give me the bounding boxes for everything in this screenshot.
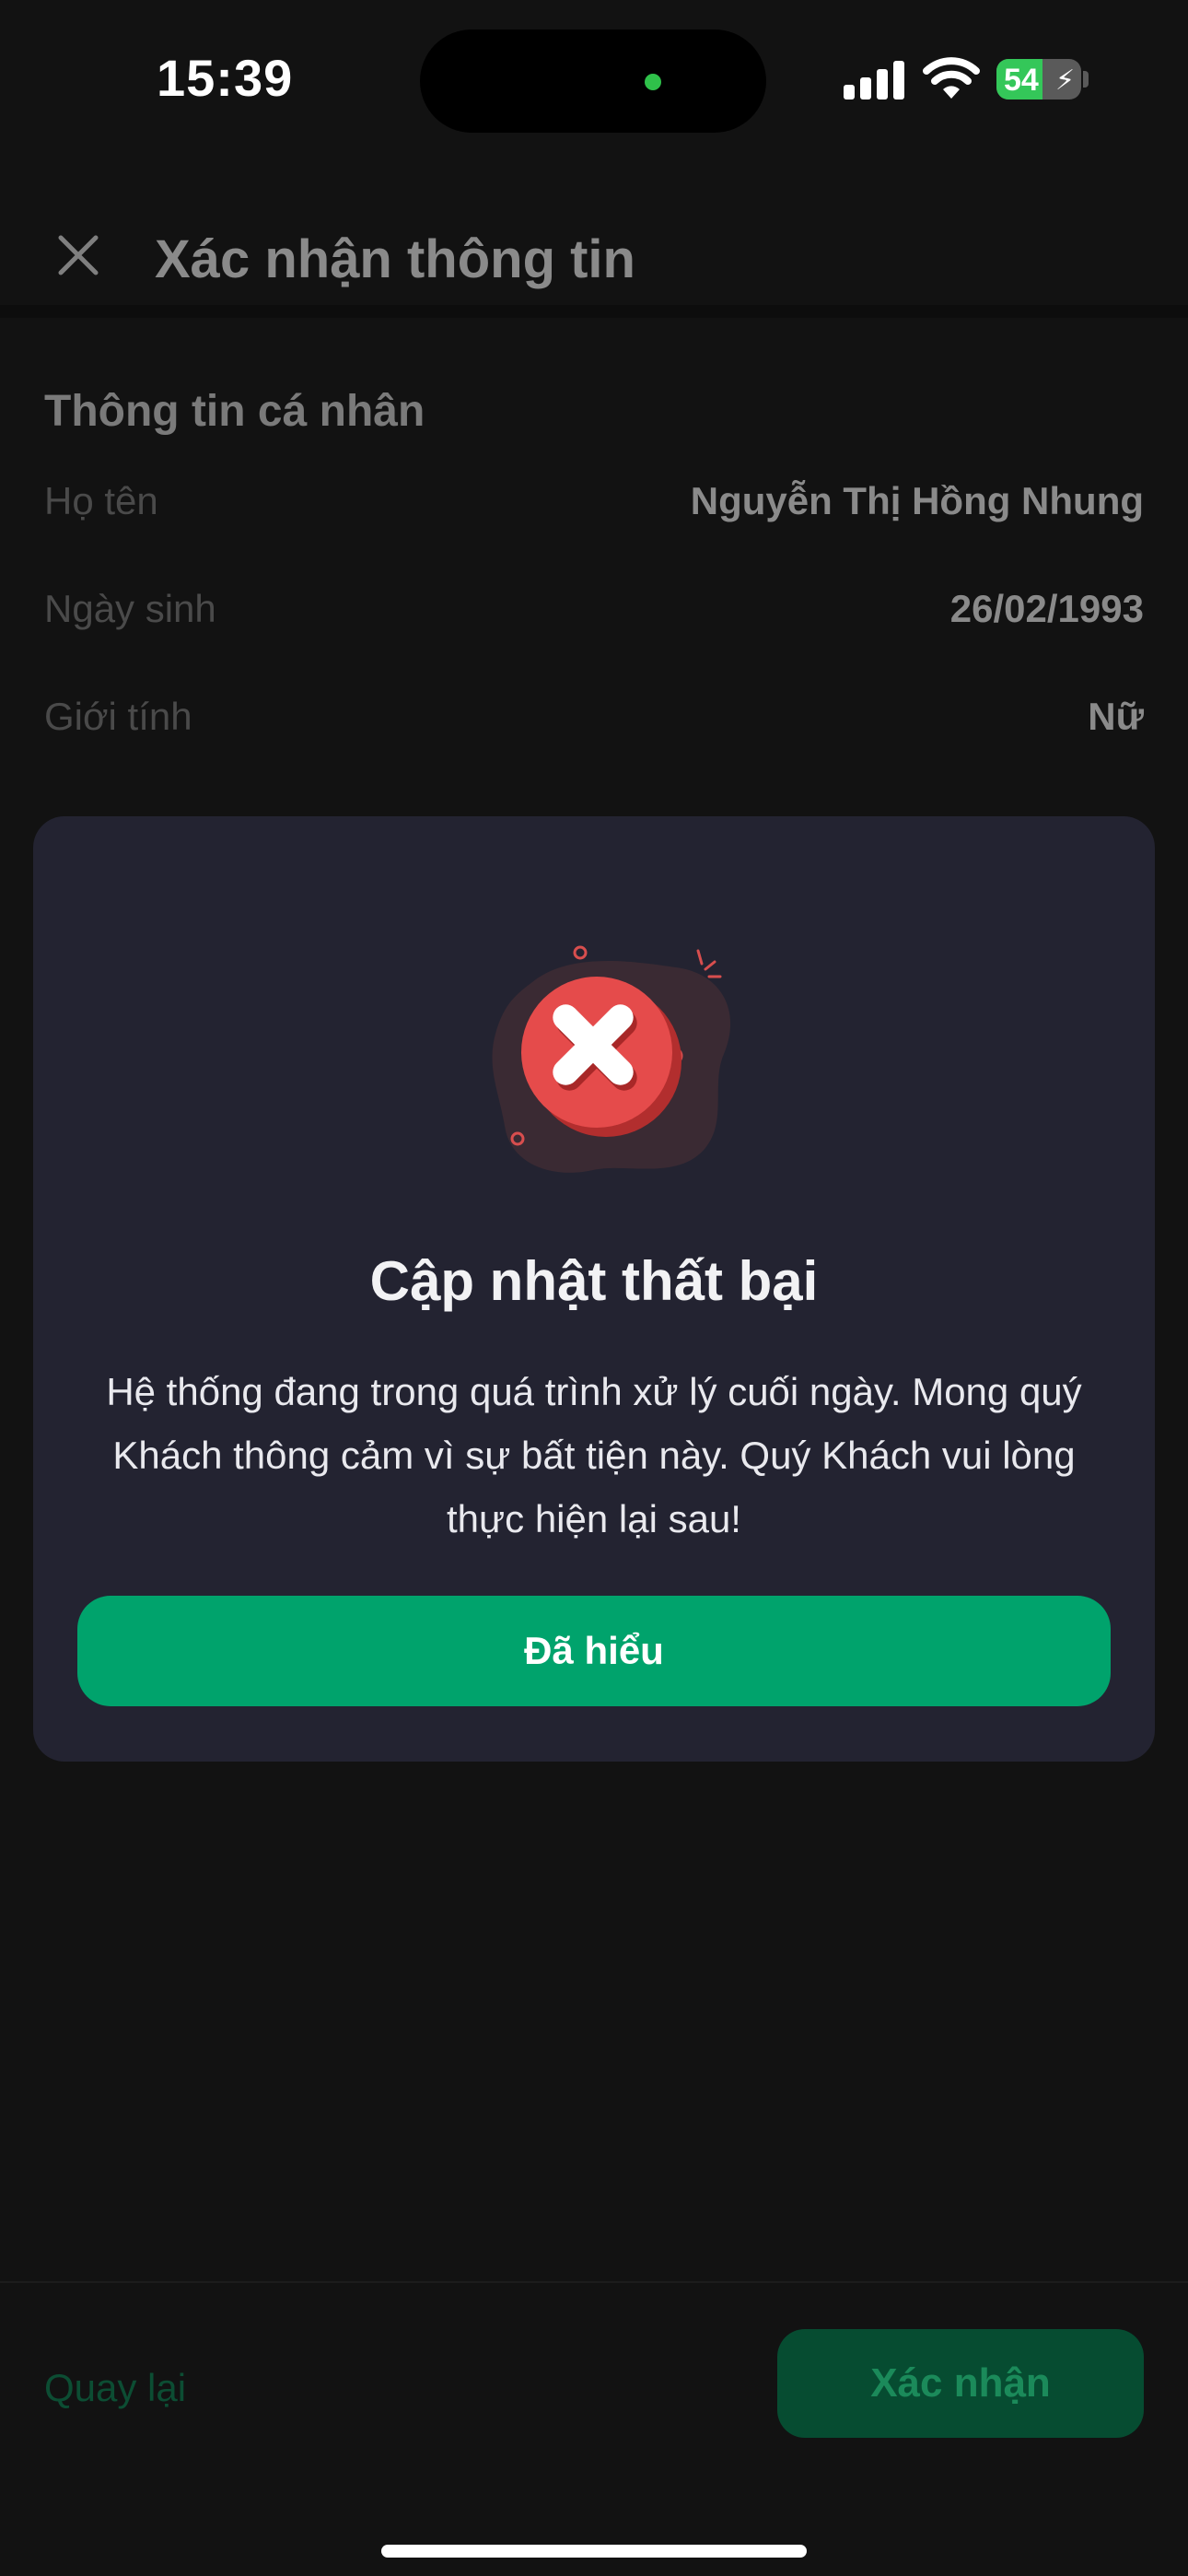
info-label: Ngày sinh: [44, 587, 216, 630]
bottom-action-bar: Quay lại Xác nhận: [0, 2281, 1188, 2576]
info-value: 26/02/1993: [949, 587, 1144, 630]
page-title: Xác nhận thông tin: [155, 229, 635, 289]
cellular-signal-icon: [844, 59, 904, 100]
back-button[interactable]: Quay lại: [44, 2366, 186, 2410]
dialog-message: Hệ thống đang trong quá trình xử lý cuối…: [106, 1370, 1082, 1540]
charging-bolt-icon: ⚡: [1055, 65, 1076, 96]
info-value: Nguyễn Thị Hồng Nhung: [690, 479, 1144, 522]
understood-button[interactable]: Đã hiểu: [77, 1596, 1111, 1706]
status-time: 15:39: [157, 49, 294, 107]
header: Xác nhận thông tin: [0, 157, 1188, 318]
info-label: Họ tên: [44, 479, 158, 522]
camera-indicator-icon: [645, 74, 661, 90]
info-value: Nữ: [1088, 695, 1144, 738]
info-row-gender: Giới tính Nữ: [44, 695, 1144, 759]
info-row-birth-date: Ngày sinh 26/02/1993: [44, 587, 1144, 651]
info-row-full-name: Họ tên Nguyễn Thị Hồng Nhung: [44, 479, 1144, 544]
battery-cap: [1083, 71, 1089, 88]
battery-icon: 54 ⚡: [996, 59, 1081, 100]
info-label: Giới tính: [44, 695, 192, 738]
dynamic-island: [420, 29, 766, 133]
wifi-icon: [923, 57, 980, 99]
battery-level: 54: [1004, 63, 1039, 98]
confirm-button[interactable]: Xác nhận: [777, 2329, 1144, 2438]
error-dialog: Cập nhật thất bại Hệ thống đang trong qu…: [33, 816, 1155, 1762]
section-title: Thông tin cá nhân: [44, 387, 425, 436]
close-icon[interactable]: [53, 230, 103, 280]
status-bar: 15:39 54 ⚡: [0, 0, 1188, 157]
dialog-title: Cập nhật thất bại: [369, 1250, 819, 1312]
error-icon: [492, 945, 731, 1173]
home-indicator[interactable]: [381, 2545, 807, 2558]
